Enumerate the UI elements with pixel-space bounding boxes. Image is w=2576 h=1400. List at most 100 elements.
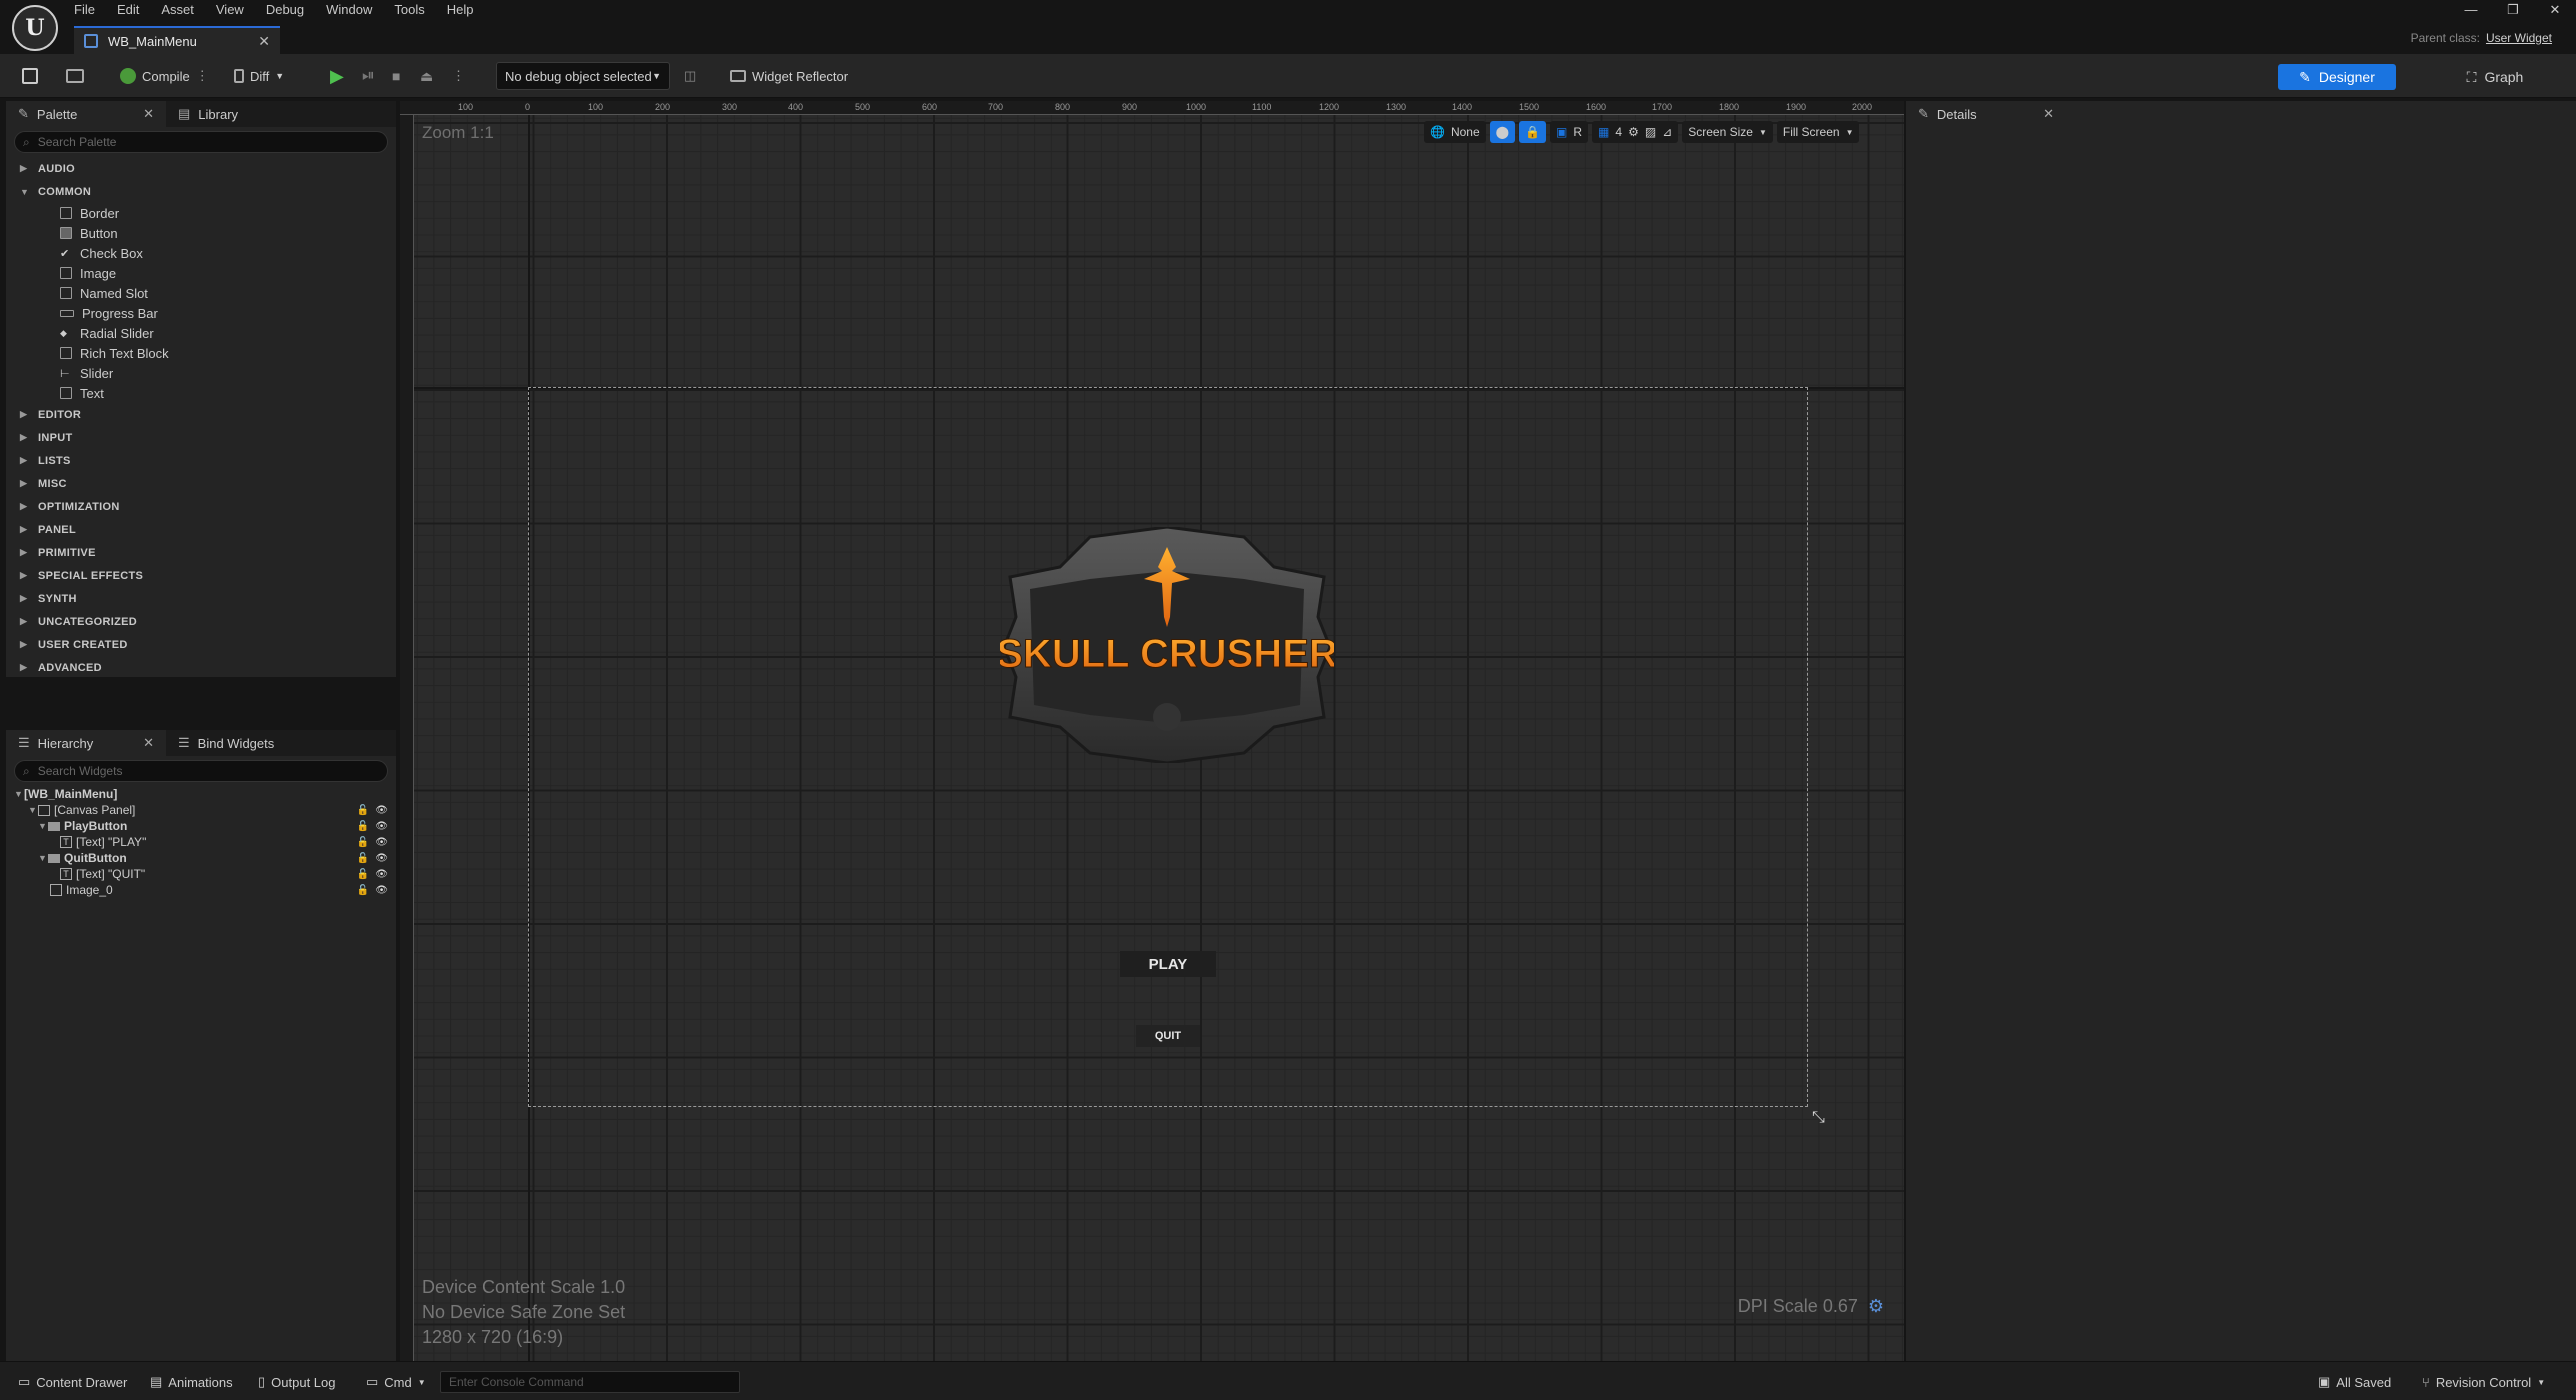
eye-icon[interactable]: 👁: [375, 853, 388, 864]
more-options-icon[interactable]: ⋮: [196, 68, 209, 84]
category-optimization[interactable]: ▶ OPTIMIZATION: [6, 495, 396, 518]
category-misc[interactable]: ▶ MISC: [6, 472, 396, 495]
localization-preview[interactable]: 🌐 None: [1424, 121, 1486, 143]
hierarchy-row-root[interactable]: ▼ [WB_MainMenu]: [6, 786, 396, 802]
animations-button[interactable]: ▤ Animations: [150, 1372, 233, 1392]
toggle-button[interactable]: ⬤: [1489, 121, 1516, 143]
close-icon[interactable]: ✕: [258, 33, 270, 50]
category-user-created[interactable]: ▶ USER CREATED: [6, 633, 396, 656]
category-advanced[interactable]: ▶ ADVANCED: [6, 656, 396, 679]
diff-button[interactable]: Diff ▼: [234, 62, 284, 90]
browse-button[interactable]: [66, 62, 84, 90]
menu-tools[interactable]: Tools: [394, 0, 436, 22]
menu-edit[interactable]: Edit: [117, 0, 151, 22]
designer-mode-button[interactable]: ✎ Designer: [2278, 64, 2396, 90]
category-common[interactable]: ▼ COMMON: [6, 180, 396, 203]
lock-icon[interactable]: 🔓: [357, 885, 369, 896]
tab-details[interactable]: ✎ Details ✕: [1906, 101, 2066, 127]
menu-window[interactable]: Window: [326, 0, 384, 22]
hierarchy-row-canvas-panel[interactable]: ▼ [Canvas Panel] 🔓 👁: [6, 802, 396, 818]
category-special-effects[interactable]: ▶ SPECIAL EFFECTS: [6, 564, 396, 587]
palette-item-rich-text-block[interactable]: Rich Text Block: [6, 343, 396, 363]
eye-icon[interactable]: 👁: [375, 821, 388, 832]
category-synth[interactable]: ▶ SYNTH: [6, 587, 396, 610]
eject-button[interactable]: ⏏: [420, 62, 433, 90]
gear-icon[interactable]: ⚙: [1868, 1296, 1884, 1317]
fill-screen-dropdown[interactable]: Fill Screen ▼: [1776, 121, 1860, 143]
category-uncategorized[interactable]: ▶ UNCATEGORIZED: [6, 610, 396, 633]
menu-view[interactable]: View: [216, 0, 256, 22]
palette-item-radial-slider[interactable]: ◆ Radial Slider: [6, 323, 396, 343]
menu-asset[interactable]: Asset: [161, 0, 206, 22]
close-icon[interactable]: ✕: [2043, 106, 2054, 122]
quit-button-widget[interactable]: QUIT: [1136, 1025, 1200, 1047]
lock-icon[interactable]: 🔓: [357, 837, 369, 848]
console-command-input[interactable]: Enter Console Command: [440, 1371, 740, 1393]
all-saved-button[interactable]: ▣ All Saved: [2318, 1372, 2391, 1392]
lock-icon[interactable]: 🔓: [357, 821, 369, 832]
palette-item-image[interactable]: Image: [6, 263, 396, 283]
revision-control-button[interactable]: ⑂ Revision Control ▼: [2422, 1372, 2545, 1392]
save-button[interactable]: [22, 62, 38, 90]
category-editor[interactable]: ▶ EDITOR: [6, 403, 396, 426]
parent-class-link[interactable]: User Widget: [2486, 31, 2552, 45]
hierarchy-row-play-button[interactable]: ▼ PlayButton 🔓 👁: [6, 818, 396, 834]
palette-search-input[interactable]: ⌕ Search Palette: [14, 131, 388, 153]
eye-icon[interactable]: 👁: [375, 885, 388, 896]
content-drawer-button[interactable]: ▭ Content Drawer: [18, 1372, 127, 1392]
hierarchy-search-input[interactable]: ⌕ Search Widgets: [14, 760, 388, 782]
find-debug-button[interactable]: ◫: [684, 62, 696, 90]
category-panel[interactable]: ▶ PANEL: [6, 518, 396, 541]
window-close-icon[interactable]: ✕: [2534, 0, 2576, 22]
hierarchy-row-image[interactable]: Image_0 🔓 👁: [6, 882, 396, 898]
lock-icon[interactable]: 🔓: [357, 853, 369, 864]
step-button[interactable]: ⏯: [362, 62, 375, 90]
close-icon[interactable]: ✕: [143, 735, 154, 751]
output-log-button[interactable]: ▯ Output Log: [258, 1372, 335, 1392]
restore-icon[interactable]: ❐: [2492, 0, 2534, 22]
palette-item-text[interactable]: Text: [6, 383, 396, 403]
menu-debug[interactable]: Debug: [266, 0, 316, 22]
category-primitive[interactable]: ▶ PRIMITIVE: [6, 541, 396, 564]
palette-item-progress-bar[interactable]: Progress Bar: [6, 303, 396, 323]
compile-button[interactable]: Compile ⋮: [120, 62, 209, 90]
stop-button[interactable]: ■: [392, 62, 400, 90]
graph-mode-button[interactable]: ⛶ Graph: [2454, 64, 2536, 90]
category-input[interactable]: ▶ INPUT: [6, 426, 396, 449]
close-icon[interactable]: ✕: [143, 106, 154, 122]
unreal-logo-icon[interactable]: U: [12, 5, 58, 51]
category-lists[interactable]: ▶ LISTS: [6, 449, 396, 472]
skull-crusher-logo-image[interactable]: SKULL CRUSHER: [1000, 527, 1334, 763]
category-audio[interactable]: ▶ AUDIO: [6, 157, 396, 180]
tab-hierarchy[interactable]: ☰ Hierarchy ✕: [6, 730, 166, 756]
resize-handle-icon[interactable]: ⤡: [1812, 1109, 1825, 1127]
hierarchy-row-play-text[interactable]: T [Text] "PLAY" 🔓 👁: [6, 834, 396, 850]
designer-viewport[interactable]: 100 0 100 200 300 400 500 600 700 800 90…: [400, 101, 1904, 1361]
grid-snap-button[interactable]: ▦ 4 ⚙ ▨ ⊿: [1592, 121, 1679, 143]
hierarchy-row-quit-button[interactable]: ▼ QuitButton 🔓 👁: [6, 850, 396, 866]
menu-help[interactable]: Help: [447, 0, 486, 22]
eye-icon[interactable]: 👁: [375, 869, 388, 880]
lock-icon[interactable]: 🔓: [357, 805, 369, 816]
palette-item-slider[interactable]: ⊢ Slider: [6, 363, 396, 383]
menu-file[interactable]: File: [74, 0, 107, 22]
respect-locks-button[interactable]: ▣ R: [1550, 121, 1589, 143]
tab-palette[interactable]: ✎ Palette ✕: [6, 101, 166, 127]
tab-bind-widgets[interactable]: ☰ Bind Widgets: [166, 730, 286, 756]
widget-reflector-button[interactable]: Widget Reflector: [730, 62, 848, 90]
eye-icon[interactable]: 👁: [375, 805, 388, 816]
hierarchy-row-quit-text[interactable]: T [Text] "QUIT" 🔓 👁: [6, 866, 396, 882]
lock-icon[interactable]: 🔓: [357, 869, 369, 880]
palette-item-named-slot[interactable]: Named Slot: [6, 283, 396, 303]
minimize-icon[interactable]: —: [2450, 0, 2492, 22]
cmd-dropdown[interactable]: ▭ Cmd ▼: [366, 1372, 426, 1392]
debug-object-select[interactable]: No debug object selected ▼: [496, 62, 670, 90]
play-button[interactable]: ▶: [330, 62, 344, 90]
eye-icon[interactable]: 👁: [375, 837, 388, 848]
play-options-button[interactable]: ⋮: [452, 62, 465, 90]
tab-library[interactable]: ▤ Library: [166, 101, 250, 127]
lock-button[interactable]: 🔒: [1519, 121, 1547, 143]
palette-item-button[interactable]: Button: [6, 223, 396, 243]
document-tab[interactable]: WB_MainMenu ✕: [74, 26, 280, 54]
play-button-widget[interactable]: PLAY: [1120, 951, 1216, 977]
